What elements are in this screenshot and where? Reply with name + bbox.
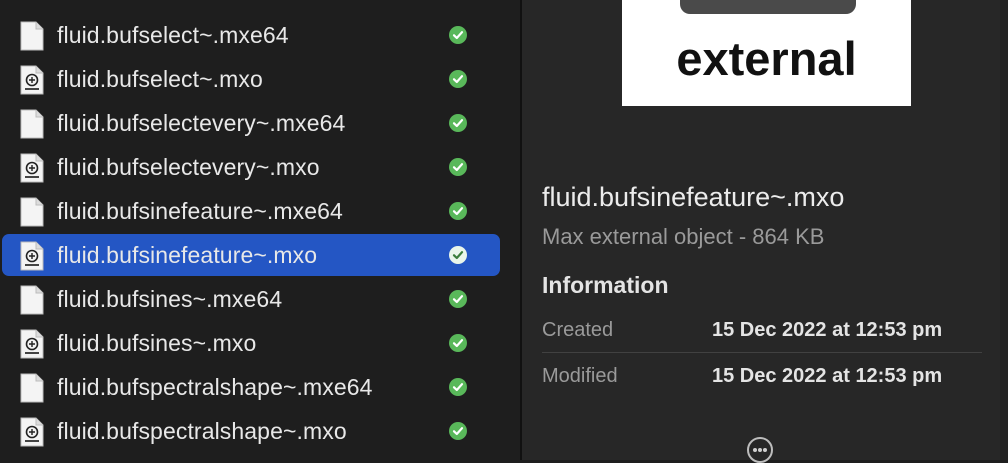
info-label-modified: Modified (542, 365, 618, 387)
preview-title: fluid.bufsinefeature~.mxo (542, 182, 845, 212)
info-value-modified: 15 Dec 2022 at 12:53 pm (712, 365, 943, 387)
ellipsis-dot (758, 448, 762, 452)
file-name: fluid.bufselect~.mxe64 (57, 22, 289, 48)
external-file-icon (20, 329, 44, 359)
file-row[interactable]: fluid.bufspectralshape~.mxo (2, 410, 500, 452)
document-icon (20, 285, 44, 315)
file-name: fluid.bufselectevery~.mxo (57, 154, 320, 180)
ellipsis-dot (753, 448, 757, 452)
file-row[interactable]: fluid.bufsines~.mxe64 (2, 278, 500, 320)
external-file-icon (20, 153, 44, 183)
sync-status-icon (449, 70, 467, 88)
info-label-created: Created (542, 319, 614, 341)
sync-status-icon (449, 334, 467, 352)
file-name: fluid.bufsinefeature~.mxo (57, 242, 318, 268)
preview-pane: external fluid.bufsinefeature~.mxo Max e… (522, 0, 1008, 463)
file-row-selected[interactable]: fluid.bufsinefeature~.mxo (2, 234, 500, 276)
sync-status-icon (449, 422, 467, 440)
sync-status-icon (449, 246, 467, 264)
file-name: fluid.bufselectevery~.mxe64 (57, 110, 346, 136)
sync-status-icon (449, 114, 467, 132)
document-icon (20, 109, 44, 139)
document-icon (20, 373, 44, 403)
thumbnail-bar (680, 0, 856, 14)
file-thumbnail: external (622, 0, 911, 106)
file-name: fluid.bufsines~.mxo (57, 330, 257, 356)
sync-status-icon (449, 26, 467, 44)
document-icon (20, 21, 44, 51)
sync-status-icon (449, 158, 467, 176)
file-row[interactable]: fluid.bufsines~.mxo (2, 322, 500, 364)
window-edge (1000, 0, 1008, 460)
file-row[interactable]: fluid.bufselectevery~.mxe64 (2, 102, 500, 144)
external-file-icon (20, 417, 44, 447)
information-heading: Information (542, 272, 669, 298)
file-row[interactable]: fluid.bufselectevery~.mxo (2, 146, 500, 188)
sync-status-icon (449, 378, 467, 396)
file-name: fluid.bufselect~.mxo (57, 66, 263, 92)
document-icon (20, 197, 44, 227)
external-file-icon (20, 241, 44, 271)
preview-subtitle: Max external object - 864 KB (542, 224, 825, 249)
sync-status-icon (449, 202, 467, 220)
file-row[interactable]: fluid.bufselect~.mxe64 (2, 14, 500, 56)
info-divider (542, 352, 982, 353)
file-name: fluid.bufsines~.mxe64 (57, 286, 283, 312)
file-row[interactable]: fluid.bufspectralshape~.mxe64 (2, 366, 500, 408)
external-file-icon (20, 65, 44, 95)
file-name: fluid.bufspectralshape~.mxo (57, 418, 347, 444)
info-value-created: 15 Dec 2022 at 12:53 pm (712, 319, 943, 341)
ellipsis-dot (763, 448, 767, 452)
file-name: fluid.bufsinefeature~.mxe64 (57, 198, 343, 224)
file-row[interactable]: fluid.bufselect~.mxo (2, 58, 500, 100)
sync-status-icon (449, 290, 467, 308)
thumbnail-label: external (676, 32, 857, 85)
more-button[interactable] (747, 437, 773, 463)
file-list: fluid.bufselect~.mxe64 fluid.bufselect~.m… (0, 0, 520, 460)
file-row[interactable]: fluid.bufsinefeature~.mxe64 (2, 190, 500, 232)
file-name: fluid.bufspectralshape~.mxe64 (57, 374, 373, 400)
